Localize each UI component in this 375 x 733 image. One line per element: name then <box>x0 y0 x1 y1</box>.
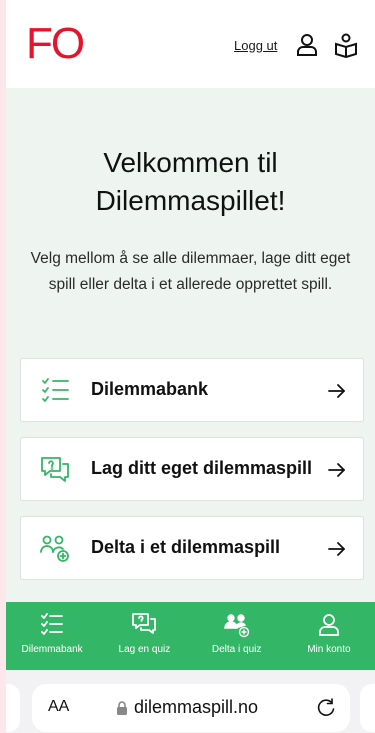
page-title: Velkommen til Dilemmaspillet! <box>95 147 286 216</box>
book-reader-icon[interactable] <box>333 32 359 59</box>
logout-link[interactable]: Logg ut <box>234 38 277 53</box>
join-game-card-label: Delta i et dilemmaspill <box>91 537 281 557</box>
browser-address-bar: AA dilemmaspill.no <box>6 670 375 733</box>
app-frame: FO Logg ut Velkommen til Dilemmaspillet!… <box>6 0 375 733</box>
dilemmabank-card-label: Dilemmabank <box>91 379 209 399</box>
user-icon[interactable] <box>294 32 320 58</box>
header: FO Logg ut <box>6 0 375 88</box>
arrow-right-icon <box>328 542 345 556</box>
nav-label: Dilemmabank <box>21 644 83 655</box>
user-icon <box>316 612 342 638</box>
arrow-right-icon <box>328 463 345 477</box>
fo-logo[interactable]: FO <box>26 20 85 68</box>
checklist-icon <box>39 376 71 406</box>
group-add-icon <box>39 534 71 564</box>
nav-label: Min konto <box>307 644 351 655</box>
join-game-card[interactable]: Delta i et dilemmaspill <box>20 516 364 580</box>
previous-tab-edge[interactable] <box>6 684 20 732</box>
nav-item-dilemmabank[interactable]: Dilemmabank <box>6 602 98 670</box>
main-content: Velkommen til Dilemmaspillet! Velg mello… <box>6 88 375 602</box>
intro-text: Velg mellom å se alle dilemmaer, lage di… <box>30 250 351 293</box>
nav-item-my-account[interactable]: Min konto <box>283 602 375 670</box>
url-field[interactable]: AA dilemmaspill.no <box>32 684 350 732</box>
lock-icon <box>117 701 127 715</box>
nav-item-create-quiz[interactable]: Lag en quiz <box>98 602 190 670</box>
arrow-right-icon <box>328 384 345 398</box>
nav-label: Lag en quiz <box>118 644 171 655</box>
bottom-nav: Dilemmabank Lag en quiz Delta i quiz Min… <box>6 602 375 670</box>
chat-question-icon <box>131 612 157 638</box>
url-text: dilemmaspill.no <box>134 697 259 717</box>
nav-label: Delta i quiz <box>211 644 262 655</box>
dilemmabank-card[interactable]: Dilemmabank <box>20 358 364 422</box>
group-add-icon <box>223 612 250 638</box>
nav-item-join-quiz[interactable]: Delta i quiz <box>191 602 283 670</box>
checklist-icon <box>39 612 65 638</box>
next-tab-edge[interactable] <box>360 684 375 732</box>
reload-icon[interactable] <box>315 697 337 719</box>
create-game-card[interactable]: Lag ditt eget dilemmaspill <box>20 437 364 501</box>
text-size-button[interactable]: AA <box>48 698 69 716</box>
create-game-card-label: Lag ditt eget dilemmaspill <box>91 458 313 478</box>
chat-question-icon <box>39 455 71 485</box>
